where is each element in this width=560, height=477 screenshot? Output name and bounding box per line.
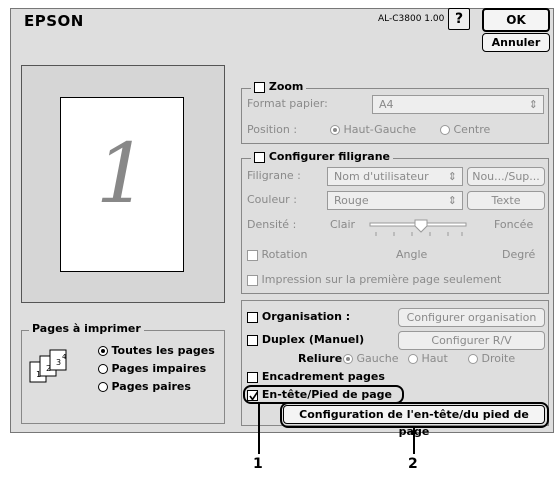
watermark-legend[interactable]: Configurer filigrane	[251, 150, 394, 163]
slider-track	[369, 219, 467, 236]
degree-label: Degré	[502, 248, 536, 261]
zoom-legend[interactable]: Zoom	[251, 80, 307, 93]
watermark-label: Filigrane :	[247, 169, 301, 182]
chevron-updown-icon: ⇕	[447, 194, 457, 207]
radio-icon	[98, 346, 108, 356]
duplex-label: Duplex (Manuel)	[261, 333, 365, 346]
radio-icon	[440, 125, 450, 135]
format-label: Format papier:	[247, 97, 328, 110]
position-option-top-left[interactable]: Haut-Gauche	[330, 123, 416, 136]
pages-stack-icon: 1 2 3 4	[28, 348, 80, 387]
configure-duplex-button[interactable]: Configurer R/V	[398, 331, 545, 350]
format-select[interactable]: A4 ⇕	[372, 95, 544, 114]
radio-icon	[98, 364, 108, 374]
configure-organisation-button[interactable]: Configurer organisation	[398, 308, 545, 327]
color-value: Rouge	[334, 194, 369, 207]
organisation-label: Organisation :	[261, 310, 351, 323]
pages-legend: Pages à imprimer	[29, 322, 144, 335]
first-page-label: Impression sur la première page seulemen…	[261, 273, 502, 286]
pages-odd-label: Pages impaires	[111, 362, 207, 375]
duplex-checkbox[interactable]	[247, 334, 258, 346]
callout-frame-2	[280, 402, 549, 428]
epson-logo: EPSON	[24, 12, 84, 30]
binding-label: Reliure	[298, 352, 343, 365]
watermark-title: Configurer filigrane	[268, 150, 391, 163]
radio-icon	[98, 382, 108, 392]
organisation-option[interactable]: Organisation :	[247, 310, 350, 323]
svg-text:4: 4	[62, 353, 67, 361]
cancel-button[interactable]: Annuler	[482, 33, 550, 52]
callout-label-1: 1	[253, 456, 263, 472]
binding-left-option[interactable]: Gauche	[343, 352, 399, 365]
color-select[interactable]: Rouge ⇕	[327, 191, 463, 210]
text-button[interactable]: Texte	[467, 191, 545, 210]
frame-option[interactable]: Encadrement pages	[247, 370, 385, 383]
binding-right-label: Droite	[481, 352, 516, 365]
position-option-center[interactable]: Centre	[440, 123, 490, 136]
density-slider[interactable]	[368, 219, 468, 241]
angle-label: Angle	[396, 248, 428, 261]
watermark-checkbox[interactable]	[254, 151, 265, 163]
radio-icon	[408, 354, 418, 364]
radio-icon	[330, 125, 340, 135]
svg-text:3: 3	[56, 358, 61, 367]
density-label: Densité :	[247, 218, 297, 231]
color-label: Couleur :	[247, 193, 297, 206]
pages-all-option[interactable]: Toutes les pages	[98, 344, 215, 357]
zoom-checkbox[interactable]	[254, 81, 265, 93]
binding-top-option[interactable]: Haut	[408, 352, 448, 365]
new-delete-watermark-button[interactable]: Nou.../Sup...	[467, 167, 545, 186]
position-label: Position :	[247, 123, 298, 136]
rotation-option[interactable]: Rotation	[247, 248, 308, 261]
binding-top-label: Haut	[421, 352, 448, 365]
ok-button[interactable]: OK	[482, 8, 550, 32]
density-min-label: Clair	[330, 218, 356, 231]
organisation-checkbox[interactable]	[247, 311, 258, 323]
binding-right-option[interactable]: Droite	[468, 352, 515, 365]
binding-left-label: Gauche	[356, 352, 399, 365]
position-option-label: Centre	[453, 123, 491, 136]
pages-even-label: Pages paires	[111, 380, 191, 393]
model-label: AL-C3800 1.00	[378, 14, 445, 24]
radio-icon	[343, 354, 353, 364]
frame-checkbox[interactable]	[247, 371, 258, 383]
pages-all-label: Toutes les pages	[111, 344, 215, 357]
density-max-label: Foncée	[494, 218, 534, 231]
duplex-option[interactable]: Duplex (Manuel)	[247, 333, 364, 346]
svg-text:1: 1	[36, 370, 41, 379]
first-page-checkbox[interactable]	[247, 274, 258, 286]
callout-label-2: 2	[408, 456, 418, 472]
first-page-only-option[interactable]: Impression sur la première page seulemen…	[247, 273, 501, 286]
rotation-checkbox[interactable]	[247, 249, 258, 261]
radio-icon	[468, 354, 478, 364]
watermark-value: Nom d'utilisateur	[334, 170, 429, 183]
callout-line-2	[413, 428, 415, 454]
svg-text:2: 2	[46, 364, 51, 373]
chevron-updown-icon: ⇕	[528, 98, 538, 111]
format-value: A4	[379, 98, 394, 111]
help-button[interactable]: ?	[448, 8, 470, 30]
pages-even-option[interactable]: Pages paires	[98, 380, 191, 393]
watermark-select[interactable]: Nom d'utilisateur ⇕	[327, 167, 463, 186]
callout-line-1	[258, 404, 260, 454]
position-option-label: Haut-Gauche	[343, 123, 417, 136]
frame-label: Encadrement pages	[261, 370, 385, 383]
rotation-label: Rotation	[261, 248, 308, 261]
chevron-updown-icon: ⇕	[447, 170, 457, 183]
zoom-title: Zoom	[268, 80, 304, 93]
pages-odd-option[interactable]: Pages impaires	[98, 362, 206, 375]
preview-page-number: 1	[95, 127, 149, 222]
